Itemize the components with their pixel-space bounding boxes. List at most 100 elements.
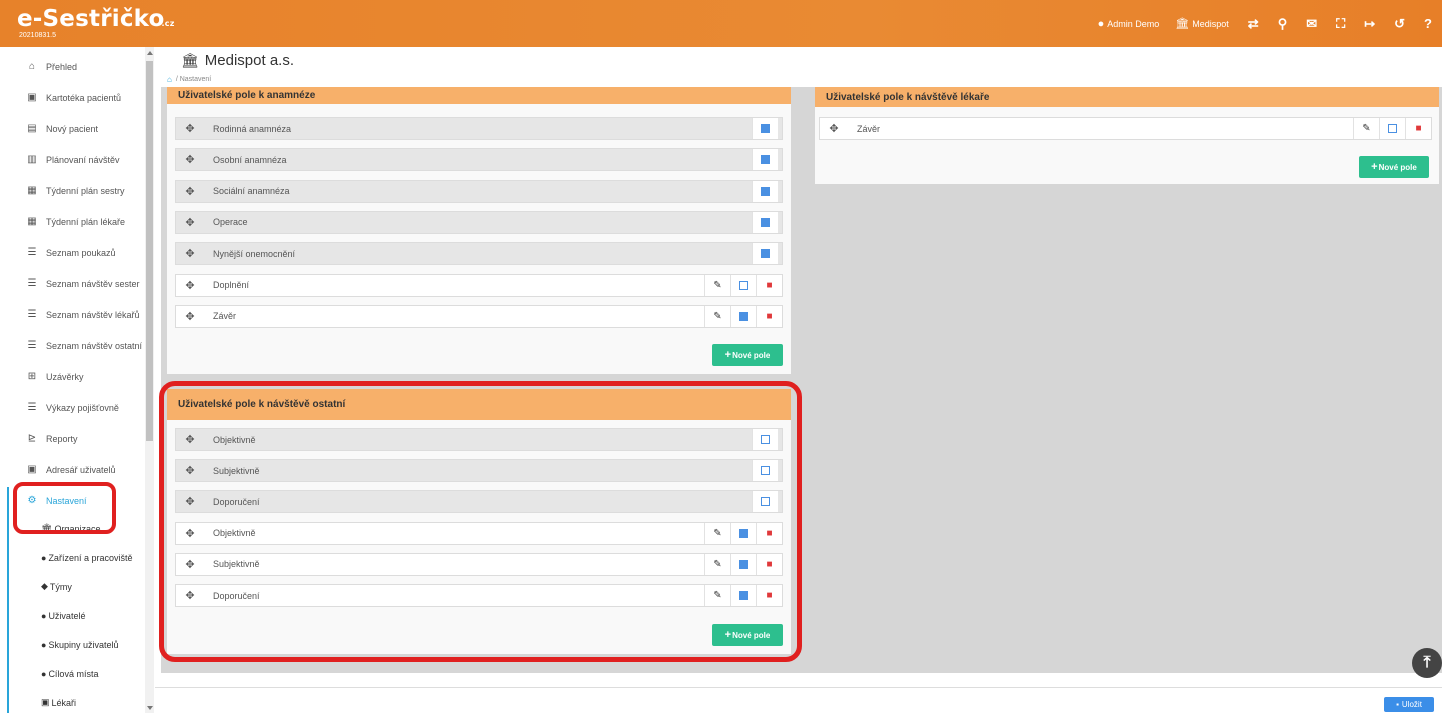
custom-field-row: ✥ Nynější onemocnění — [175, 242, 783, 266]
calendar-icon: ▦ — [27, 185, 37, 196]
scroll-thumb[interactable] — [146, 61, 153, 441]
edit-icon: ✎ — [713, 310, 722, 322]
active-checkbox[interactable] — [752, 243, 778, 265]
active-checkbox[interactable] — [730, 274, 756, 296]
map-marker-icon: ● — [41, 668, 47, 679]
drag-handle-icon[interactable]: ✥ — [176, 118, 204, 139]
panel-anamneze: Uživatelské pole k anamnéze ✥ Rodinná ana… — [167, 87, 791, 374]
shield-icon: ◆ — [41, 581, 48, 591]
delete-button[interactable]: ■ — [756, 305, 782, 327]
drag-handle-icon[interactable]: ✥ — [176, 212, 204, 233]
sidebar-subitem[interactable]: ◆ Týmy — [0, 572, 145, 601]
new-field-label: Nové pole — [732, 350, 771, 360]
custom-field-row: ✥ Osobní anamnéza — [175, 148, 783, 172]
list-icon: ☰ — [27, 402, 37, 413]
active-checkbox[interactable] — [730, 305, 756, 327]
edit-button[interactable]: ✎ — [704, 274, 730, 296]
drag-handle-icon[interactable]: ✥ — [176, 275, 204, 296]
new-field-button[interactable]: + Nové pole — [712, 344, 783, 366]
sidebar-item-label: Týdenní plán lékaře — [46, 216, 126, 227]
custom-field-row: ✥ Závěr ✎ ■ — [819, 117, 1432, 140]
id-card-icon: ▤ — [27, 123, 37, 134]
history-icon[interactable]: ↺ — [1394, 16, 1405, 32]
active-checkbox[interactable] — [752, 118, 778, 139]
page-title: 🏛 Medispot a.s. — [181, 52, 294, 69]
sidebar-item[interactable]: ⊞ Uzávěrky — [0, 361, 145, 392]
sidebar-scrollbar[interactable] — [145, 47, 154, 713]
top-bar: e-Sestřičko.cz 20210831.5 ● Admin Demo 🏛 M… — [0, 0, 1442, 47]
save-button[interactable]: ▪ Uložit — [1384, 697, 1434, 712]
checked-box-icon — [761, 186, 770, 196]
new-field-button[interactable]: + Nové pole — [1359, 156, 1429, 178]
scroll-up-arrow[interactable] — [147, 51, 153, 55]
breadcrumb-current[interactable]: Nastavení — [180, 76, 212, 83]
panel-title: Uživatelské pole k anamnéze — [167, 87, 791, 104]
sidebar-item-label: Seznam návštěv ostatní — [46, 340, 143, 351]
field-label: Rodinná anamnéza — [213, 123, 292, 134]
list-icon: ☰ — [27, 309, 37, 320]
edit-button[interactable]: ✎ — [704, 305, 730, 327]
sidebar-item-label: Přehled — [46, 61, 78, 72]
briefcase-icon: ▣ — [41, 697, 50, 707]
edit-button[interactable]: ✎ — [1353, 118, 1379, 139]
sidebar-item[interactable]: ⊵ Reporty — [0, 423, 145, 454]
sidebar-item[interactable]: ▦ Týdenní plán lékaře — [0, 206, 145, 237]
envelope-icon[interactable]: ✉ — [1306, 16, 1317, 32]
sidebar-subitem[interactable]: ● Skupiny uživatelů — [0, 630, 145, 659]
fullscreen-icon[interactable]: ⛶ — [1336, 16, 1345, 32]
field-label: Závěr — [213, 311, 237, 322]
sidebar-subitem-label: Lékaři — [51, 697, 77, 708]
sidebar-item[interactable]: ☰ Výkazy pojišťovně — [0, 392, 145, 423]
field-label: Doplnění — [213, 280, 250, 290]
drag-handle-icon[interactable]: ✥ — [820, 118, 848, 139]
sidebar-item[interactable]: ▣ Adresář uživatelů — [0, 454, 145, 485]
sidebar-item[interactable]: ☰ Seznam návštěv lékařů — [0, 299, 145, 330]
sidebar-item[interactable]: ▣ Kartotéka pacientů — [0, 82, 145, 113]
drag-handle-icon[interactable]: ✥ — [176, 243, 204, 264]
sidebar-item-label: Týdenní plán sestry — [46, 185, 125, 196]
sidebar-item-label: Adresář uživatelů — [46, 464, 116, 475]
active-checkbox[interactable] — [752, 149, 778, 171]
sidebar-item-label: Seznam návštěv lékařů — [46, 309, 140, 320]
search-icon[interactable]: ⚲ — [1278, 16, 1288, 32]
active-checkbox[interactable] — [752, 180, 778, 202]
panel-lekar: Uživatelské pole k návštěvě lékaře ✥ Závě… — [815, 87, 1439, 184]
field-label: Operace — [213, 217, 248, 228]
sidebar-subitem[interactable]: ● Zařízení a pracoviště — [0, 543, 145, 572]
sidebar-subitem[interactable]: ● Cílová místa — [0, 659, 145, 688]
hospital-icon: ● — [41, 552, 47, 563]
drag-handle-icon[interactable]: ✥ — [176, 149, 204, 170]
calendar-icon: ▦ — [27, 216, 37, 227]
home-icon[interactable]: ⌂ — [167, 75, 172, 84]
sidebar-subitem-label: Uživatelé — [48, 610, 86, 621]
delete-button[interactable]: ■ — [1405, 118, 1431, 139]
sidebar-item-label: Uzávěrky — [46, 371, 84, 382]
user-icon: ● — [1097, 17, 1105, 30]
drag-handle-icon[interactable]: ✥ — [176, 306, 204, 327]
active-checkbox[interactable] — [752, 211, 778, 233]
sidebar-item[interactable]: ☰ Seznam návštěv ostatní — [0, 330, 145, 361]
switch-icon[interactable]: ⇄ — [1248, 16, 1259, 32]
sidebar-item[interactable]: ▥ Plánovaní návštěv — [0, 144, 145, 175]
sidebar-item[interactable]: ⌂ Přehled — [0, 51, 145, 82]
sidebar-item-label: Seznam poukazů — [46, 247, 116, 258]
sidebar-item[interactable]: ▦ Týdenní plán sestry — [0, 175, 145, 206]
sidebar-item[interactable]: ☰ Seznam poukazů — [0, 237, 145, 268]
sidebar-item[interactable]: ☰ Seznam návštěv sester — [0, 268, 145, 299]
field-label: Nynější onemocnění — [213, 248, 296, 259]
sidebar-item[interactable]: ▤ Nový pacient — [0, 113, 145, 144]
sidebar-subitem[interactable]: ▣ Lékaři — [0, 688, 145, 713]
organization-menu[interactable]: 🏛 Medispot — [1175, 17, 1229, 30]
scroll-to-top-button[interactable]: ⤒ — [1412, 648, 1442, 678]
drag-handle-icon[interactable]: ✥ — [176, 181, 204, 202]
app-logo[interactable]: e-Sestřičko.cz — [17, 6, 175, 32]
logout-icon[interactable]: ↦ — [1364, 16, 1375, 32]
delete-button[interactable]: ■ — [756, 274, 782, 296]
unchecked-box-icon — [739, 280, 748, 290]
scroll-down-arrow[interactable] — [147, 706, 153, 710]
help-icon[interactable]: ? — [1424, 16, 1432, 31]
active-checkbox[interactable] — [1379, 118, 1405, 139]
user-icon: ● — [41, 610, 47, 621]
user-menu[interactable]: ● Admin Demo — [1098, 18, 1160, 30]
sidebar-subitem[interactable]: ● Uživatelé — [0, 601, 145, 630]
